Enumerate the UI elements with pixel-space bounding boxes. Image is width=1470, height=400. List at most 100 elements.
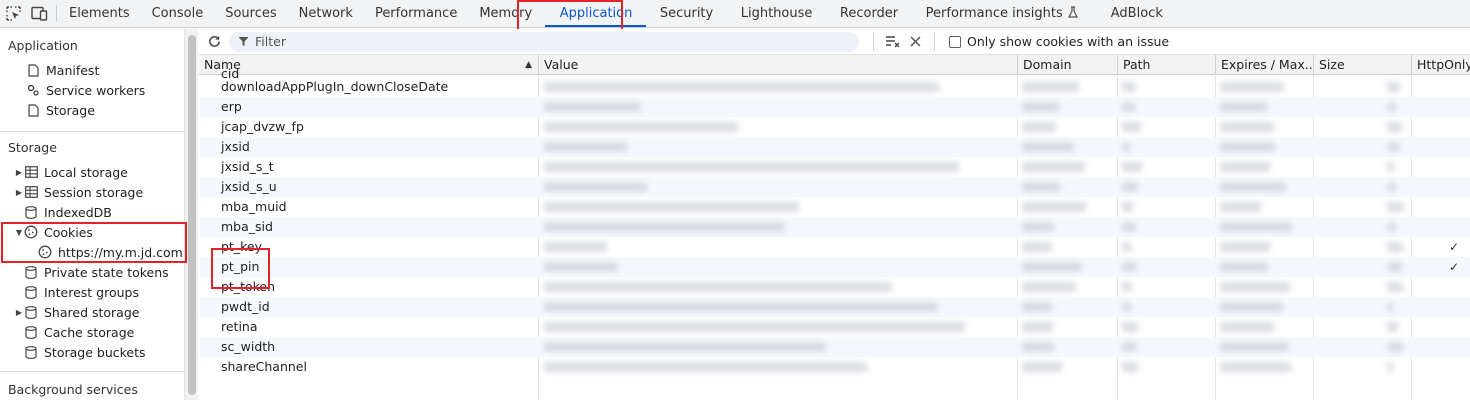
tab-network[interactable]: Network (287, 0, 363, 27)
redacted-value (1122, 262, 1138, 272)
redacted-value (1122, 182, 1138, 192)
redacted-value (1022, 102, 1059, 112)
sidebar-item-storage[interactable]: Storage (26, 100, 95, 120)
refresh-button[interactable] (199, 34, 229, 49)
sidebar-item-session-storage[interactable]: ▶ Session storage (14, 182, 143, 202)
redacted-value (1122, 302, 1132, 312)
redacted-value (544, 362, 867, 372)
sidebar-item-private-state-tokens[interactable]: Private state tokens (14, 262, 169, 282)
column-header-expires-max[interactable]: Expires / Max... (1215, 55, 1313, 75)
redacted-value (1220, 82, 1285, 92)
tab-recorder[interactable]: Recorder (828, 0, 908, 27)
cookie-name: jcap_dvzw_fp (221, 119, 304, 134)
sidebar-item-manifest[interactable]: Manifest (26, 60, 99, 80)
sidebar-item-label: Session storage (44, 184, 144, 200)
sidebar-item-label: Cookies (44, 224, 93, 240)
column-header-name[interactable]: Name ▲ (199, 55, 538, 75)
tab-security[interactable]: Security (648, 0, 723, 27)
tab-console[interactable]: Console (140, 0, 214, 27)
checkbox-box[interactable] (949, 35, 961, 48)
table-row[interactable]: pt_token (199, 277, 1470, 297)
triangle-down-icon[interactable]: ▼ (14, 228, 24, 237)
table-row[interactable]: retina (199, 317, 1470, 337)
redacted-value (544, 162, 959, 172)
filter-box[interactable] (229, 31, 859, 52)
redacted-value (1387, 102, 1396, 112)
table-row[interactable]: pwdt_id (199, 297, 1470, 317)
tab-application[interactable]: Application (543, 0, 649, 27)
toolbar-separator (934, 32, 935, 51)
redacted-value (1122, 342, 1137, 352)
redacted-value (1022, 322, 1053, 332)
redacted-value (1022, 222, 1054, 232)
column-header-domain[interactable]: Domain (1017, 55, 1117, 75)
redacted-value (544, 182, 648, 192)
redacted-value (1220, 322, 1274, 332)
sidebar-item-https-my-m-jd-com[interactable]: https://my.m.jd.com (28, 242, 183, 262)
only-issues-label: Only show cookies with an issue (967, 34, 1170, 49)
table-row[interactable]: pt_key ✓ (199, 237, 1470, 257)
table-row[interactable]: shareChannel (199, 357, 1470, 377)
tab-lighthouse[interactable]: Lighthouse (724, 0, 829, 27)
redacted-value (1122, 322, 1138, 332)
device-toolbar-icon[interactable] (26, 0, 52, 27)
clear-filtered-cookies-button[interactable] (882, 35, 904, 49)
table-row[interactable]: downloadAppPlugIn_downCloseDate (199, 77, 1470, 97)
sidebar-item-interest-groups[interactable]: Interest groups (14, 282, 139, 302)
tab-performance[interactable]: Performance (363, 0, 467, 27)
triangle-right-icon[interactable]: ▶ (14, 308, 24, 317)
tab-elements[interactable]: Elements (63, 0, 140, 27)
column-header-label: Path (1123, 57, 1151, 72)
sidebar-item-indexeddb[interactable]: IndexedDB (14, 202, 112, 222)
sidebar-item-shared-storage[interactable]: ▶ Shared storage (14, 302, 140, 322)
table-row[interactable]: jxsid (199, 137, 1470, 157)
table-row[interactable]: mba_muid (199, 197, 1470, 217)
sidebar-item-storage-buckets[interactable]: Storage buckets (14, 342, 146, 362)
sidebar-item-cookies[interactable]: ▼ Cookies (14, 222, 93, 242)
redacted-value (1220, 162, 1270, 172)
cookie-icon (38, 245, 52, 259)
database-icon (24, 305, 38, 319)
delete-selected-button[interactable] (904, 36, 926, 47)
tab-adblock[interactable]: AdBlock (1094, 0, 1179, 27)
sidebar-scrollbar-thumb[interactable] (188, 35, 196, 395)
column-header-value[interactable]: Value (538, 55, 1017, 75)
column-header-httponly[interactable]: HttpOnly (1411, 55, 1470, 75)
filter-input[interactable] (255, 34, 815, 49)
triangle-right-icon[interactable]: ▶ (14, 188, 24, 197)
table-row[interactable]: jxsid_s_u (199, 177, 1470, 197)
tab-label: Security (659, 6, 714, 21)
sidebar-item-local-storage[interactable]: ▶ Local storage (14, 162, 128, 182)
triangle-right-icon[interactable]: ▶ (14, 168, 24, 177)
sidebar-item-label: Storage buckets (44, 344, 146, 360)
table-row[interactable]: sc_width (199, 337, 1470, 357)
cookie-name: jxsid_s_t (221, 159, 274, 174)
only-issues-checkbox[interactable]: Only show cookies with an issue (949, 34, 1169, 49)
redacted-value (1022, 262, 1082, 272)
tab-memory[interactable]: Memory (468, 0, 543, 27)
column-header-size[interactable]: Size (1313, 55, 1411, 75)
column-header-path[interactable]: Path (1117, 55, 1215, 75)
table-row[interactable]: pt_pin ✓ (199, 257, 1470, 277)
tab-performance-insights[interactable]: Performance insights (909, 0, 1094, 27)
sidebar-divider (0, 371, 184, 372)
table-row[interactable]: erp (199, 97, 1470, 117)
inspect-element-icon[interactable] (0, 0, 26, 27)
redacted-value (544, 342, 826, 352)
column-header-label: Size (1319, 57, 1345, 72)
table-row[interactable]: mba_sid (199, 217, 1470, 237)
sidebar-item-label: Storage (46, 102, 95, 118)
redacted-value (544, 222, 785, 232)
redacted-value (1122, 142, 1131, 152)
table-row[interactable]: jxsid_s_t (199, 157, 1470, 177)
redacted-value (544, 202, 800, 212)
tab-sources[interactable]: Sources (214, 0, 287, 27)
sidebar-scrollbar[interactable] (184, 29, 198, 400)
tab-label: Network (298, 6, 353, 21)
table-header: Name ▲ Value Domain Path Expires / Max... Size… (199, 55, 1470, 75)
sidebar-item-cache-storage[interactable]: Cache storage (14, 322, 134, 342)
cookie-name: pt_key (221, 239, 262, 254)
sidebar-item-service-workers[interactable]: Service workers (26, 80, 145, 100)
column-header-label: HttpOnly (1417, 57, 1470, 72)
table-row[interactable]: jcap_dvzw_fp (199, 117, 1470, 137)
